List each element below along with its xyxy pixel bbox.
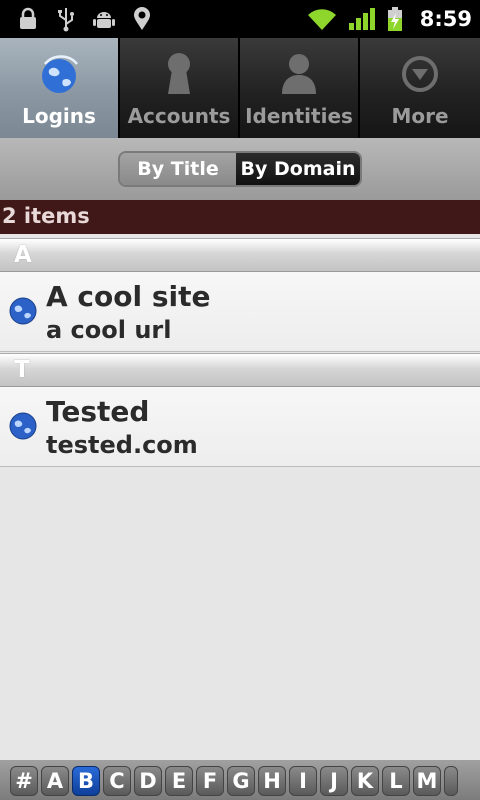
- index-letter-hash[interactable]: #: [10, 766, 38, 796]
- item-title: Tested: [46, 395, 150, 428]
- tab-accounts[interactable]: Accounts: [120, 38, 240, 138]
- section-header-t: T: [0, 353, 480, 387]
- item-title: A cool site: [46, 280, 211, 313]
- globe-icon: [33, 50, 85, 98]
- keyhole-icon: [153, 50, 205, 98]
- item-url: a cool url: [46, 316, 172, 344]
- sort-by-domain-button[interactable]: By Domain: [236, 153, 360, 185]
- item-url: tested.com: [46, 431, 198, 459]
- sort-toolbar: By Title By Domain: [0, 138, 480, 200]
- location-pin-icon: [130, 6, 154, 32]
- tab-more[interactable]: More: [360, 38, 480, 138]
- tab-label: Accounts: [127, 104, 231, 128]
- index-letter-i[interactable]: I: [289, 766, 317, 796]
- index-letter-c[interactable]: C: [103, 766, 131, 796]
- index-letter-next[interactable]: [444, 766, 458, 796]
- section-header-a: A: [0, 238, 480, 272]
- index-letter-a[interactable]: A: [41, 766, 69, 796]
- list-item[interactable]: Tested tested.com: [0, 387, 480, 467]
- alphabet-index-bar: # A B C D E F G H I J K L M: [0, 760, 480, 800]
- usb-icon: [54, 6, 78, 32]
- index-letter-g[interactable]: G: [227, 766, 255, 796]
- index-letter-l[interactable]: L: [382, 766, 410, 796]
- index-letter-f[interactable]: F: [196, 766, 224, 796]
- index-letter-k[interactable]: K: [351, 766, 379, 796]
- index-letter-h[interactable]: H: [258, 766, 286, 796]
- clock: 8:59: [419, 7, 472, 31]
- list-item[interactable]: A cool site a cool url: [0, 272, 480, 352]
- alphabet-letters: # A B C D E F G H I J K L M: [10, 766, 458, 796]
- tab-label: Logins: [22, 104, 96, 128]
- index-letter-d[interactable]: D: [134, 766, 162, 796]
- item-count: 2 items: [2, 204, 90, 228]
- globe-icon: [9, 412, 37, 440]
- wifi-icon: [306, 6, 338, 32]
- person-icon: [273, 50, 325, 98]
- more-circle-icon: [394, 50, 446, 98]
- battery-charging-icon: [386, 6, 404, 32]
- index-letter-b[interactable]: B: [72, 766, 100, 796]
- lock-icon: [16, 6, 40, 32]
- item-count-bar: 2 items: [0, 200, 480, 234]
- index-letter-m[interactable]: M: [413, 766, 441, 796]
- sort-by-title-button[interactable]: By Title: [120, 153, 236, 185]
- sort-toggle: By Title By Domain: [118, 151, 362, 187]
- status-bar: 8:59: [0, 0, 480, 38]
- android-debug-icon: [92, 6, 116, 32]
- index-letter-j[interactable]: J: [320, 766, 348, 796]
- tab-label: Identities: [245, 104, 353, 128]
- globe-icon: [9, 297, 37, 325]
- system-status: 8:59: [306, 0, 472, 38]
- tab-label: More: [391, 104, 449, 128]
- tab-identities[interactable]: Identities: [240, 38, 360, 138]
- index-letter-e[interactable]: E: [165, 766, 193, 796]
- notification-icons: [16, 6, 154, 32]
- tab-bar: Logins Accounts Identities More: [0, 38, 480, 138]
- tab-logins[interactable]: Logins: [0, 38, 120, 138]
- section-letter: T: [14, 357, 30, 383]
- signal-bars-icon: [348, 6, 376, 32]
- section-letter: A: [14, 242, 32, 268]
